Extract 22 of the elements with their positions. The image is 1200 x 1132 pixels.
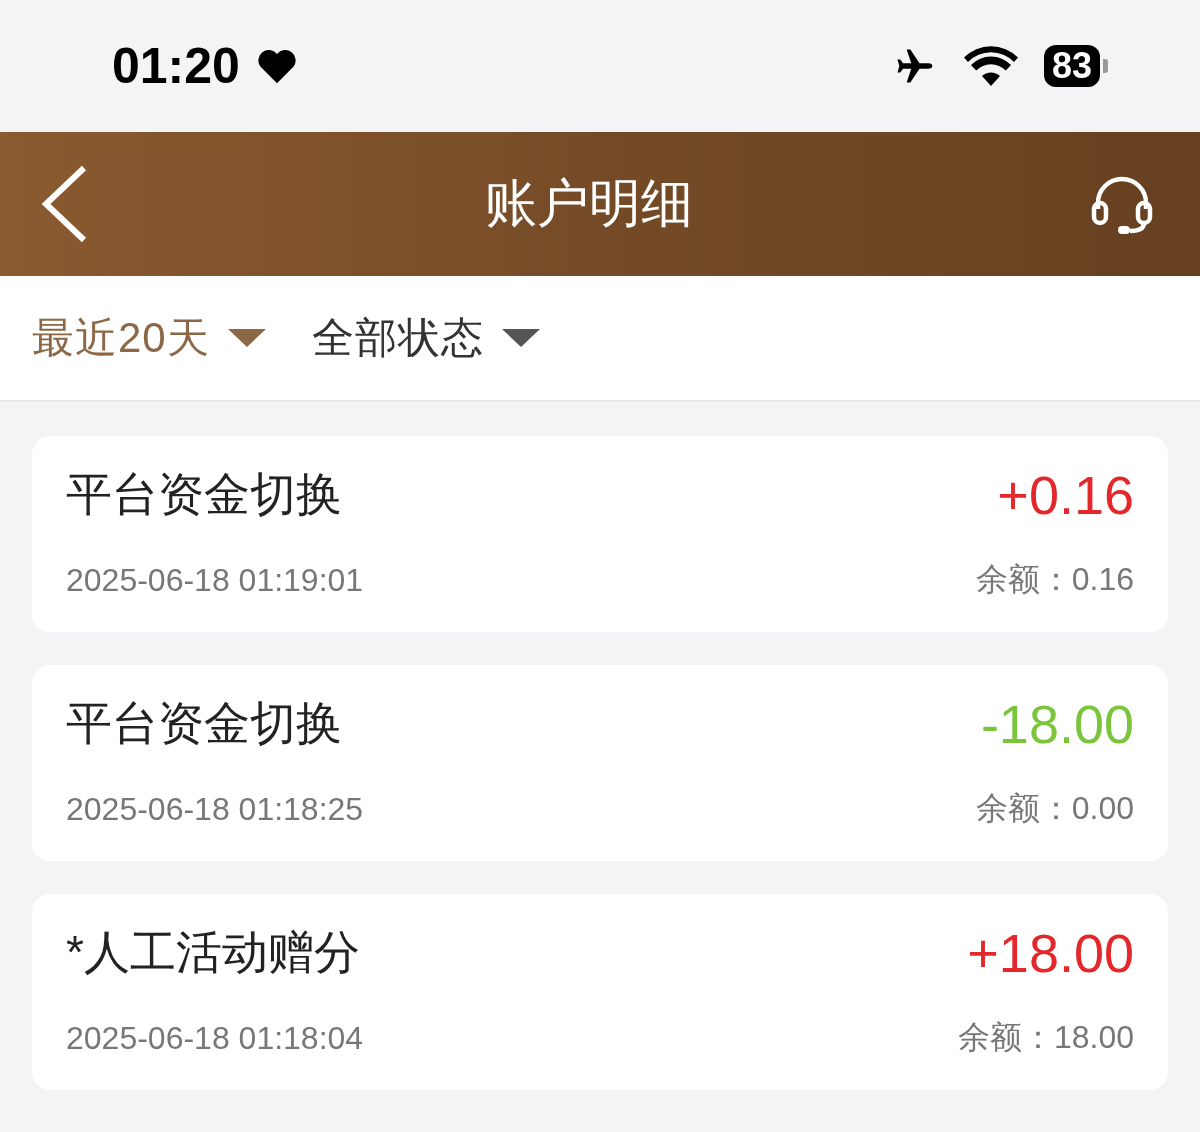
amount-text: -18.00 [980,693,1134,755]
transaction-time: 2025-06-18 01:18:25 [66,790,364,828]
filter-dropdown[interactable]: 最近20天 [32,310,266,366]
back-icon[interactable] [40,164,88,244]
balance-text: 余额：0.16 [975,560,1134,599]
transaction-time: 2025-06-18 01:18:04 [66,1019,364,1057]
transaction-title: *人工活动赠分 [66,925,360,980]
transaction-card[interactable]: 平台资金切换 +0.16 2025-06-18 01:19:01 余额：0.16 [32,436,1168,632]
transaction-card[interactable]: 平台资金切换 -18.00 2025-06-18 01:18:25 余额：0.00 [32,665,1168,861]
page-title: 账户明细 [485,173,693,234]
balance-text: 余额：18.00 [957,1018,1134,1057]
amount-text: +18.00 [967,922,1134,984]
amount-text: +0.16 [997,464,1134,526]
transaction-card[interactable]: *人工活动赠分 +18.00 2025-06-18 01:18:04 余额：18.00 [32,894,1168,1090]
transaction-time: 2025-06-18 01:19:01 [66,561,364,599]
heart-icon [255,47,298,85]
transaction-title: 平台资金切换 [66,696,342,751]
transaction-title: 平台资金切换 [66,467,342,522]
filter-dropdown[interactable]: 全部状态 [311,310,540,366]
wifi-icon [963,46,1018,86]
balance-text: 余额：0.00 [975,789,1134,828]
clock-time: 01:20 [112,37,240,95]
